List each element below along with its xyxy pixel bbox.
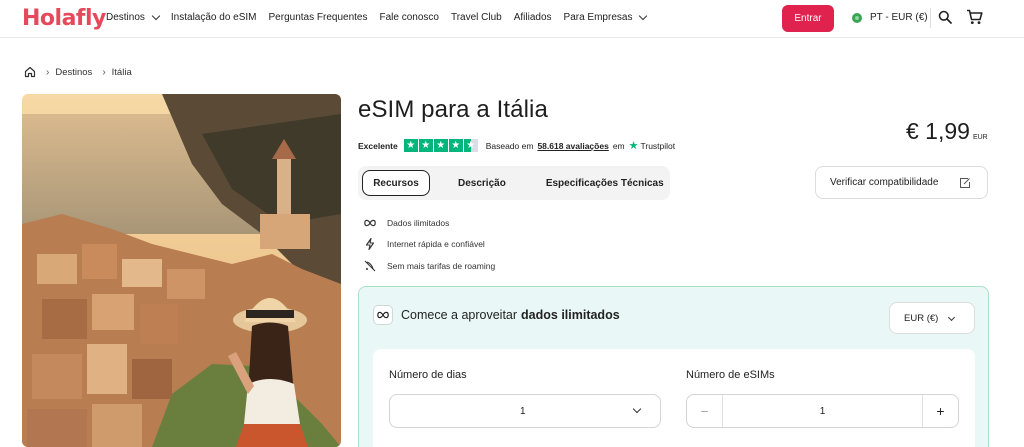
esims-stepper: − 1 + [686, 394, 959, 428]
feature-label: Sem mais tarifas de roaming [387, 260, 496, 271]
chevron-down-icon [639, 11, 648, 21]
star-icon: ★ [433, 139, 448, 152]
compat-label: Verificar compatibilidade [830, 177, 939, 188]
decrement-button[interactable]: − [687, 395, 723, 427]
header-divider [930, 8, 931, 28]
login-button[interactable]: Entrar [782, 5, 834, 32]
nav-travel-club[interactable]: Travel Club [451, 12, 502, 23]
plan-heading-bold: dados ilimitados [521, 308, 620, 322]
nav-instalacao[interactable]: Instalação do eSIM [171, 12, 257, 23]
price-value: € 1,99 [906, 118, 970, 144]
currency-value: EUR (€) [904, 312, 939, 324]
no-roaming-icon [364, 260, 376, 272]
tab-recursos[interactable]: Recursos [362, 170, 430, 196]
infinity-icon [364, 217, 376, 229]
price-currency: EUR [972, 134, 988, 141]
nav-afiliados[interactable]: Afiliados [514, 12, 552, 23]
days-value: 1 [520, 406, 526, 417]
star-icon: ★ [418, 139, 433, 152]
globe-icon [852, 12, 862, 23]
nav-perguntas[interactable]: Perguntas Frequentes [269, 12, 368, 23]
chevron-down-icon [947, 313, 956, 322]
feature-item: Sem mais tarifas de roaming [364, 255, 495, 277]
plan-heading: Comece a aproveitar dados ilimitados [373, 305, 620, 325]
based-on-label: Baseado em [485, 140, 534, 151]
feature-label: Internet rápida e confiável [387, 239, 485, 250]
days-label: Número de dias [389, 369, 467, 381]
lightning-icon [364, 238, 376, 251]
star-icon: ★ [403, 139, 418, 152]
chevron-right-icon: › [46, 66, 50, 78]
esims-value[interactable]: 1 [723, 395, 922, 427]
tab-descricao[interactable]: Descrição [458, 178, 506, 189]
chevron-down-icon [632, 404, 642, 414]
trustpilot-logo: Trustpilot [640, 140, 676, 151]
plan-card: Comece a aproveitar dados ilimitados EUR… [358, 286, 989, 447]
rating-label: Excelente [358, 140, 398, 151]
product-tabs: Recursos Descrição Especificações Técnic… [358, 166, 670, 200]
feature-label: Dados ilimitados [387, 217, 450, 228]
breadcrumb: › Destinos › Itália [24, 66, 132, 78]
in-label: em [612, 140, 625, 151]
esims-label: Número de eSIMs [686, 369, 775, 381]
locale-selector[interactable]: PT - EUR (€) [852, 12, 928, 23]
feature-item: Internet rápida e confiável [364, 234, 495, 256]
reviews-count-link[interactable]: 58.618 avaliações [537, 141, 608, 151]
nav-para-empresas[interactable]: Para Empresas [564, 11, 648, 23]
check-compatibility-button[interactable]: Verificar compatibilidade [815, 166, 988, 199]
currency-select[interactable]: EUR (€) [889, 302, 975, 334]
breadcrumb-italia: Itália [111, 66, 132, 78]
half-star-icon: ★ [463, 139, 478, 152]
infinity-icon [373, 305, 393, 325]
plan-heading-prefix: Comece a aproveitar [401, 308, 518, 322]
main-nav: Destinos Instalação do eSIM Perguntas Fr… [106, 11, 658, 23]
trustpilot-star-icon: ★ [628, 140, 639, 152]
locale-label: PT - EUR (€) [870, 12, 928, 23]
chevron-down-icon [151, 11, 161, 21]
increment-button[interactable]: + [922, 395, 958, 427]
price: € 1,99 EUR [906, 118, 988, 145]
cart-icon[interactable] [966, 9, 983, 25]
rating-row: Excelente ★ ★ ★ ★ ★ Baseado em 58.618 av… [358, 139, 675, 152]
page-title: eSIM para a Itália [358, 96, 548, 123]
days-select[interactable]: 1 [389, 394, 661, 428]
nav-fale-conosco[interactable]: Fale conosco [379, 12, 438, 23]
breadcrumb-destinos[interactable]: Destinos [55, 67, 92, 78]
home-icon[interactable] [24, 66, 36, 78]
star-icon: ★ [448, 139, 463, 152]
search-icon[interactable] [938, 10, 952, 24]
plan-options: Número de dias Número de eSIMs 1 − 1 + [373, 349, 975, 447]
rating-stars: ★ ★ ★ ★ ★ [403, 139, 479, 152]
tab-especificacoes[interactable]: Especificações Técnicas [546, 178, 664, 189]
site-header: Holafly Destinos Instalação do eSIM Perg… [0, 0, 1024, 38]
feature-list: Dados ilimitados Internet rápida e confi… [364, 212, 495, 277]
hero-image [22, 94, 341, 447]
edit-icon [960, 178, 970, 188]
chevron-right-icon: › [102, 66, 106, 78]
feature-item: Dados ilimitados [364, 212, 495, 234]
holafly-logo[interactable]: Holafly [22, 6, 106, 31]
nav-destinos[interactable]: Destinos [106, 11, 161, 23]
